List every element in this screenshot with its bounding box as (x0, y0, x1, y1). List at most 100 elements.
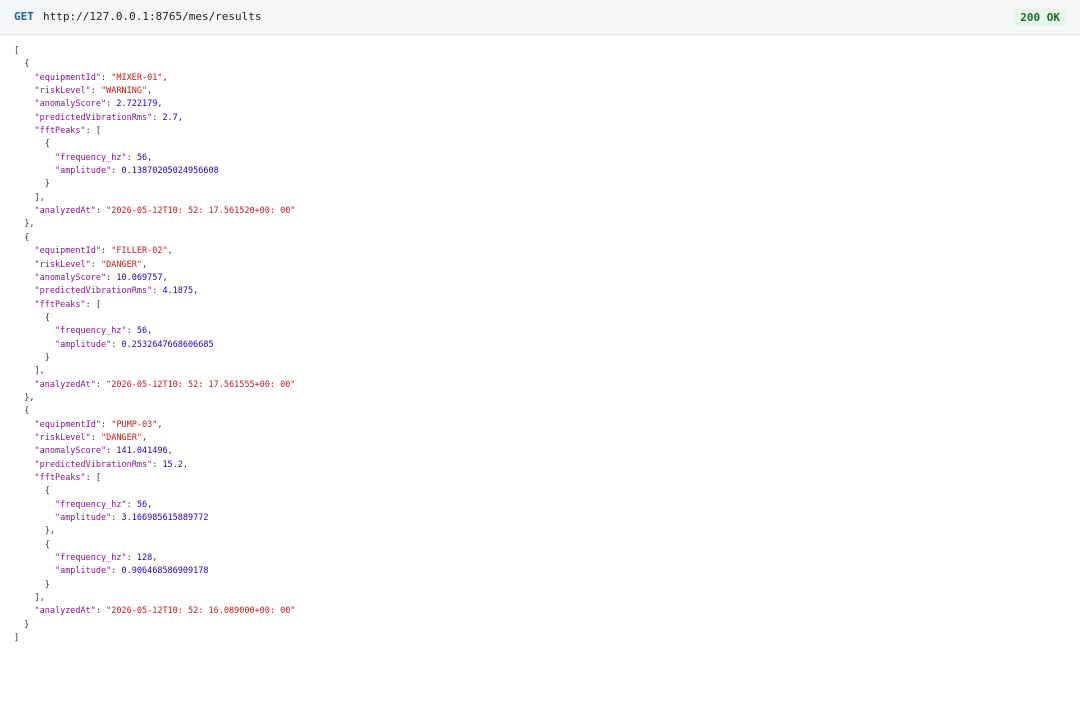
json-punct: , (182, 459, 189, 470)
json-key: "fftPeaks" (34, 126, 86, 137)
json-key: "anomalyScore" (34, 446, 107, 457)
json-punct: : (106, 272, 117, 283)
json-punct: : (111, 339, 122, 350)
json-object-open: { (14, 312, 296, 325)
json-punct: , (141, 432, 148, 443)
json-object-open: { (14, 405, 296, 418)
json-key: "analyzedAt" (34, 606, 96, 617)
json-field: "analyzedAt": "2026-05-12T10: 52: 17.561… (14, 379, 296, 392)
json-field: "frequency_hz": 128, (14, 552, 296, 565)
json-punct: : (90, 259, 102, 270)
request-bar: GET http://127.0.0.1:8765/mes/results 20… (0, 0, 1080, 35)
json-punct: : (95, 379, 107, 390)
json-punct: : (106, 446, 117, 457)
analyzed-at: "2026-05-12T10: 52: 17.561555+00: 00" (106, 379, 296, 390)
anomaly-score: 10.069757 (116, 272, 163, 283)
equipment-id: "MIXER-01" (111, 72, 163, 83)
json-key: "equipmentId" (34, 246, 102, 257)
json-key: "amplitude" (54, 513, 112, 524)
json-punct: { (44, 486, 50, 497)
amplitude: 0.2532647668606685 (121, 339, 214, 350)
json-punct: , (147, 86, 153, 97)
json-punct: : (90, 432, 102, 443)
json-field: "predictedVibrationRms": 4.1875, (14, 285, 296, 298)
json-punct: { (24, 406, 30, 417)
json-punct: , (147, 152, 153, 163)
json-punct: , (162, 272, 168, 283)
json-response-body: [ { "equipmentId": "MIXER-01", "riskLeve… (14, 45, 296, 645)
json-punct: ], (34, 366, 45, 377)
json-field: "predictedVibrationRms": 2.7, (14, 112, 296, 125)
json-key: "frequency_hz" (54, 499, 127, 510)
json-key: "riskLevel" (34, 86, 91, 97)
json-key: "equipmentId" (34, 419, 102, 430)
json-object-close: } (14, 352, 296, 365)
json-object-close: } (14, 619, 296, 632)
analyzed-at: "2026-05-12T10: 52: 16.089000+00: 00" (106, 606, 296, 617)
anomaly-score: 141.041496 (116, 446, 168, 457)
json-object-open: { (14, 138, 296, 151)
json-punct: , (193, 286, 199, 297)
equipment-id: "FILLER-02" (111, 246, 168, 257)
json-field: "amplitude": 0.906468586909178 (14, 565, 296, 578)
json-field: "analyzedAt": "2026-05-12T10: 52: 17.561… (14, 205, 296, 218)
json-field: "riskLevel": "WARNING", (14, 85, 296, 98)
json-punct: : (126, 152, 137, 163)
json-punct: , (152, 553, 158, 564)
json-punct: : (106, 99, 117, 110)
json-field: "frequency_hz": 56, (14, 152, 296, 165)
equipment-id: "PUMP-03" (111, 419, 158, 430)
json-field: "anomalyScore": 2.722179, (14, 98, 296, 111)
json-key: "predictedVibrationRms" (34, 286, 153, 297)
json-key: "equipmentId" (34, 72, 102, 83)
json-punct: : (152, 459, 163, 470)
json-array-close: ], (14, 592, 296, 605)
json-punct: : (101, 246, 112, 257)
json-array-close: ], (14, 192, 296, 205)
json-punct: : [ (85, 473, 102, 483)
json-field: "equipmentId": "PUMP-03", (14, 419, 296, 432)
json-field: "equipmentId": "MIXER-01", (14, 72, 296, 85)
json-object-close: }, (14, 525, 296, 538)
json-punct: ], (34, 593, 45, 604)
json-key: "frequency_hz" (54, 553, 127, 564)
json-key: "riskLevel" (34, 432, 91, 443)
json-punct: , (157, 419, 163, 430)
json-object-open: { (14, 232, 296, 245)
json-punct: : (101, 72, 112, 83)
json-punct: : [ (85, 126, 102, 137)
json-key: "fftPeaks" (34, 299, 86, 310)
json-field: "fftPeaks": [ (14, 125, 296, 138)
json-punct: , (162, 72, 168, 83)
json-punct: : (126, 499, 137, 510)
json-key: "amplitude" (54, 166, 112, 177)
json-field: "riskLevel": "DANGER", (14, 432, 296, 445)
json-object-open: { (14, 485, 296, 498)
json-punct: }, (44, 526, 55, 537)
frequency-hz: 56 (136, 499, 148, 510)
json-punct: } (44, 352, 50, 363)
json-object-open: { (14, 58, 296, 71)
json-object-close: } (14, 579, 296, 592)
json-punct: , (157, 99, 163, 110)
json-punct: : (152, 286, 163, 297)
json-punct: , (167, 446, 173, 457)
json-field: "amplitude": 3.166985615889772 (14, 512, 296, 525)
json-punct: ], (34, 192, 45, 203)
json-punct: , (177, 112, 183, 123)
json-field: "amplitude": 0.13870205024956608 (14, 165, 296, 178)
request-url[interactable]: http://127.0.0.1:8765/mes/results (43, 10, 262, 23)
json-punct: : (111, 513, 122, 524)
anomaly-score: 2.722179 (116, 99, 158, 110)
json-punct: }, (24, 219, 35, 230)
json-punct: } (44, 579, 50, 590)
risk-level: "WARNING" (101, 86, 148, 97)
json-punct: }, (24, 392, 35, 403)
json-key: "fftPeaks" (34, 473, 86, 483)
json-array-close: ], (14, 365, 296, 378)
analyzed-at: "2026-05-12T10: 52: 17.561520+00: 00" (106, 206, 296, 217)
json-field: "frequency_hz": 56, (14, 325, 296, 338)
json-field: "analyzedAt": "2026-05-12T10: 52: 16.089… (14, 605, 296, 618)
json-punct: : [ (85, 299, 102, 310)
status-badge: 200 OK (1014, 9, 1066, 26)
